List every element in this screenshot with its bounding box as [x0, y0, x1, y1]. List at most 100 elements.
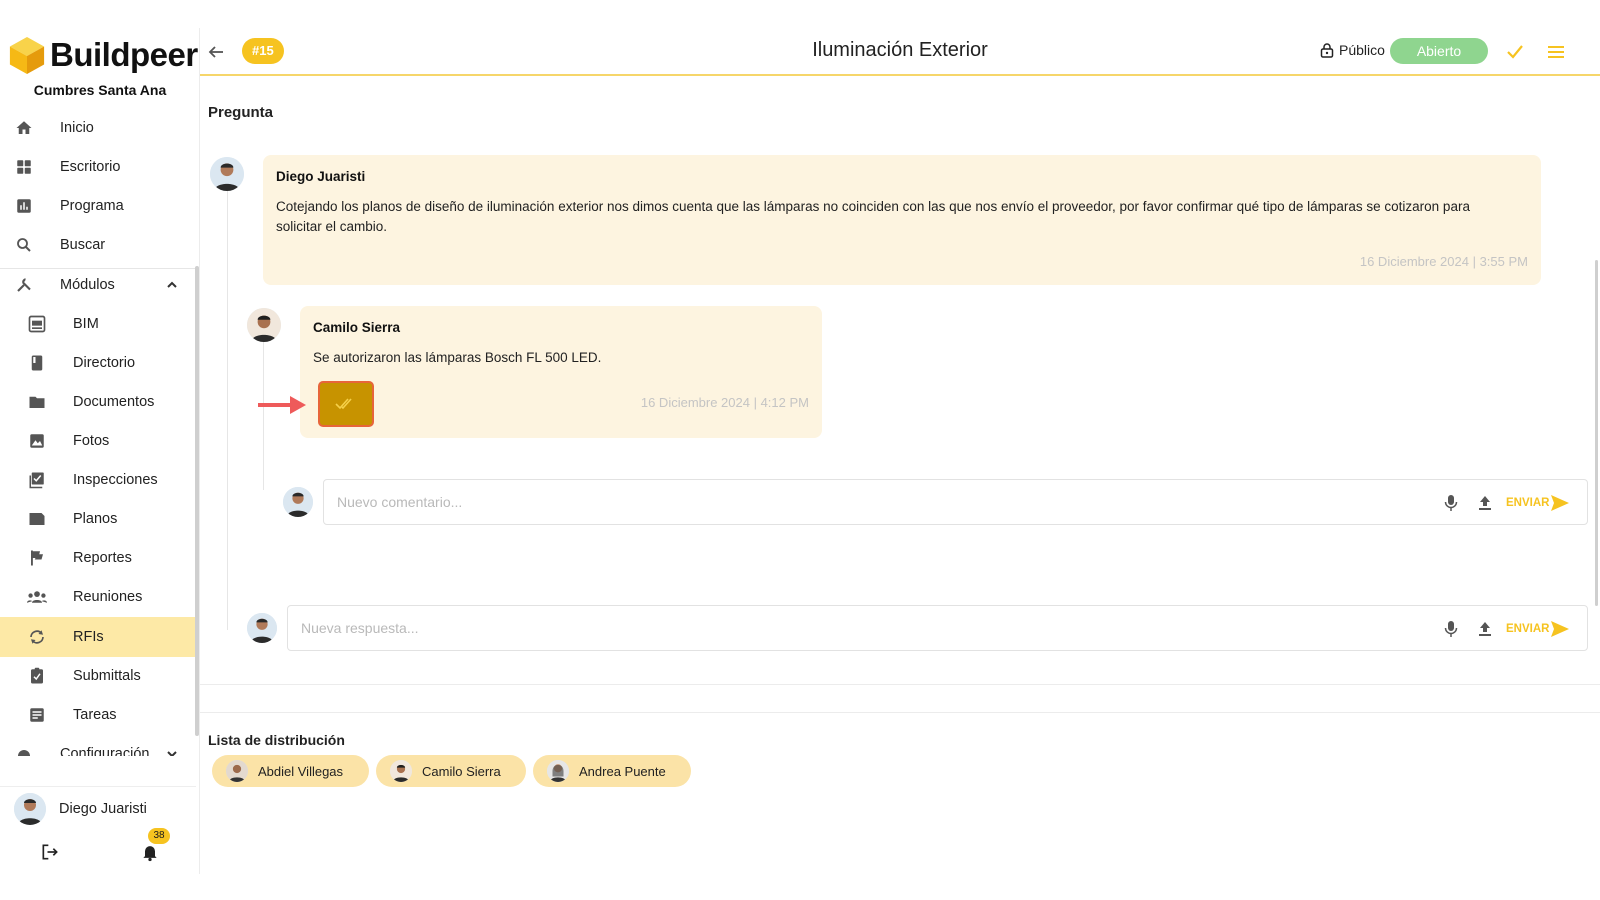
distribution-chip[interactable]: Abdiel Villegas: [212, 755, 369, 787]
thread-line: [227, 190, 228, 630]
sidebar-item-label: Inicio: [60, 120, 94, 136]
distribution-person-name: Andrea Puente: [579, 763, 666, 779]
sidebar-item-label: RFIs: [73, 629, 104, 645]
sidebar-item-label: Documentos: [73, 394, 155, 410]
sidebar-item-label: Módulos: [60, 277, 115, 293]
distribution-chip[interactable]: Andrea Puente: [533, 755, 691, 787]
visibility-label: Público: [1339, 42, 1385, 58]
sidebar-item-configuracion[interactable]: Configuración: [0, 734, 196, 756]
sidebar-item-modulos[interactable]: Módulos: [0, 265, 196, 305]
sidebar-item-inspecciones[interactable]: Inspecciones: [0, 460, 196, 500]
avatar: [547, 760, 569, 782]
sidebar-item-label: Reportes: [73, 550, 132, 566]
comment-placeholder: Nuevo comentario...: [337, 494, 463, 510]
upload-icon[interactable]: [1477, 494, 1493, 512]
sidebar-item-fotos[interactable]: Fotos: [0, 421, 196, 461]
sidebar-item-tareas[interactable]: Tareas: [0, 695, 196, 735]
sidebar-item-rfis[interactable]: RFIs: [0, 617, 196, 657]
divider: [200, 684, 1600, 685]
chevron-down-icon[interactable]: [166, 748, 178, 756]
bell-icon[interactable]: [140, 842, 160, 867]
main-scrollbar[interactable]: [1595, 260, 1598, 606]
sidebar-item-reportes[interactable]: Reportes: [0, 538, 196, 578]
sidebar-footer: 38: [0, 828, 196, 872]
avatar: [247, 613, 277, 643]
book-icon: [27, 353, 47, 373]
logo-cube-icon: [9, 36, 45, 74]
microphone-icon[interactable]: [1443, 620, 1459, 638]
question-bubble: Diego Juaristi Cotejando los planos de d…: [263, 155, 1541, 285]
avatar: [226, 760, 248, 782]
sidebar-item-submittals[interactable]: Submittals: [0, 656, 196, 696]
divider: [200, 712, 1600, 713]
sidebar-item-bim[interactable]: BIM: [0, 304, 196, 344]
clipboard-check-icon: [27, 666, 47, 686]
annotation-arrow-icon: [258, 396, 306, 414]
sidebar-item-inicio[interactable]: Inicio: [0, 108, 196, 148]
sidebar-item-documentos[interactable]: Documentos: [0, 382, 196, 422]
notification-badge: 38: [148, 828, 170, 844]
upload-icon[interactable]: [1477, 620, 1493, 638]
send-reply-button[interactable]: ENVIAR: [1506, 621, 1570, 637]
status-badge[interactable]: Abierto: [1390, 38, 1488, 64]
folder-icon: [27, 392, 47, 412]
send-comment-button[interactable]: ENVIAR: [1506, 495, 1570, 511]
answer-bubble: Camilo Sierra Se autorizaron las lámpara…: [300, 306, 822, 438]
sidebar-item-buscar[interactable]: Buscar: [0, 225, 196, 265]
chevron-up-icon[interactable]: [166, 279, 178, 291]
check-icon[interactable]: [1504, 40, 1526, 62]
send-label: ENVIAR: [1506, 623, 1550, 635]
visibility-indicator[interactable]: Público: [1320, 42, 1385, 58]
plans-icon: [27, 509, 47, 529]
bar-chart-icon: [14, 196, 34, 216]
avatar: [247, 308, 281, 342]
avatar: [283, 487, 313, 517]
reply-placeholder: Nueva respuesta...: [301, 620, 419, 636]
brand-name: Buildpeer: [50, 36, 198, 73]
sidebar-item-programa[interactable]: Programa: [0, 186, 196, 226]
sidebar-user-name: Diego Juaristi: [59, 800, 147, 817]
answer-timestamp: 16 Diciembre 2024 | 4:12 PM: [640, 395, 809, 410]
sidebar-item-label: BIM: [73, 316, 99, 332]
lock-icon: [1320, 43, 1334, 58]
bim-icon: [27, 314, 47, 334]
distribution-title: Lista de distribución: [208, 732, 345, 748]
logout-icon[interactable]: [40, 842, 60, 867]
sidebar-item-label: Inspecciones: [73, 472, 158, 488]
distribution-person-name: Abdiel Villegas: [258, 763, 344, 779]
send-label: ENVIAR: [1506, 497, 1550, 509]
answer-text: Se autorizaron las lámparas Bosch FL 500…: [313, 350, 602, 365]
home-icon: [14, 118, 34, 138]
menu-icon[interactable]: [1546, 42, 1566, 62]
sidebar-item-planos[interactable]: Planos: [0, 499, 196, 539]
answer-author: Camilo Sierra: [313, 320, 401, 335]
brand-logo[interactable]: Buildpeer: [8, 32, 198, 78]
comment-input[interactable]: Nuevo comentario... ENVIAR: [323, 479, 1588, 525]
project-name[interactable]: Cumbres Santa Ana: [0, 82, 200, 98]
avatar: [210, 157, 244, 191]
sidebar-item-escritorio[interactable]: Escritorio: [0, 147, 196, 187]
sidebar-item-directorio[interactable]: Directorio: [0, 343, 196, 383]
question-timestamp: 16 Diciembre 2024 | 3:55 PM: [1359, 254, 1528, 269]
distribution-chip[interactable]: Camilo Sierra: [376, 755, 526, 787]
double-check-icon: [335, 398, 352, 410]
reply-input[interactable]: Nueva respuesta... ENVIAR: [287, 605, 1588, 651]
question-author: Diego Juaristi: [276, 169, 366, 184]
microphone-icon[interactable]: [1443, 494, 1459, 512]
sidebar-item-label: Escritorio: [60, 159, 121, 175]
sidebar-scrollbar[interactable]: [195, 266, 199, 736]
sidebar-item-label: Directorio: [73, 355, 136, 371]
dashboard-icon: [14, 157, 34, 177]
question-text: Cotejando los planos de diseño de ilumin…: [276, 199, 1470, 234]
rfi-header: #15 Iluminación Exterior Público Abierto: [200, 28, 1600, 76]
sidebar-item-label: Reuniones: [73, 589, 143, 605]
sidebar: Buildpeer Cumbres Santa Ana Inicio Escri…: [0, 28, 200, 874]
mark-answer-button[interactable]: [320, 383, 372, 425]
sidebar-item-label: Fotos: [73, 433, 110, 449]
flag-icon: [27, 548, 47, 568]
avatar: [14, 792, 46, 825]
sidebar-user[interactable]: Diego Juaristi: [0, 786, 196, 830]
sidebar-item-label: Submittals: [73, 668, 141, 684]
sidebar-item-reuniones[interactable]: Reuniones: [0, 577, 196, 617]
app-root: Buildpeer Cumbres Santa Ana Inicio Escri…: [0, 0, 1600, 900]
